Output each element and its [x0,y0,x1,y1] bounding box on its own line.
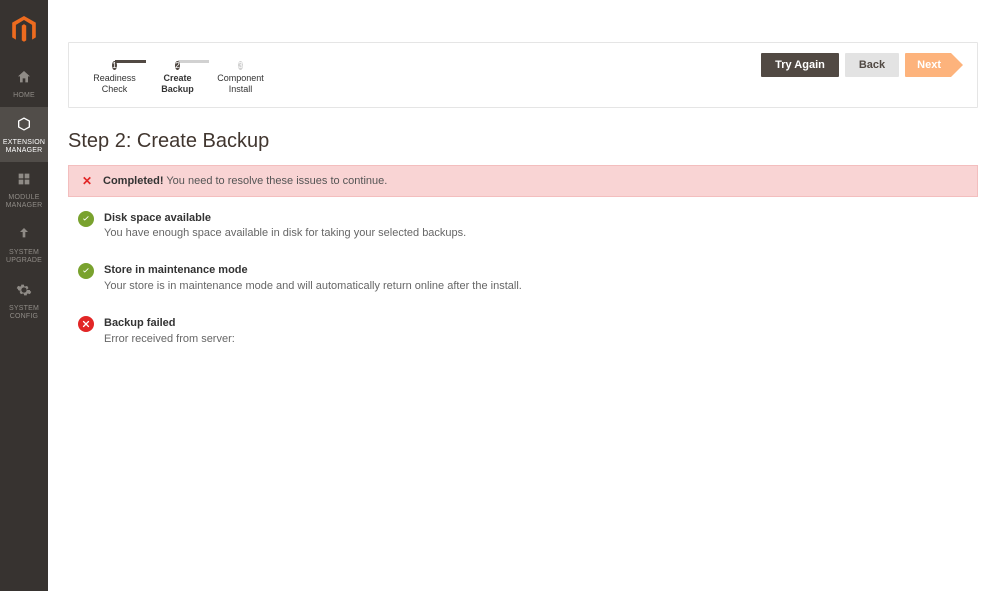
step-label-line: Component [217,73,264,83]
sidebar-item-label: SYSTEM UPGRADE [2,249,46,265]
page-title: Step 2: Create Backup [68,130,978,153]
alert-strong: Completed! [103,175,164,187]
back-button[interactable]: Back [845,53,899,77]
check-title: Store in maintenance mode [104,263,522,278]
step-number: 3 [238,61,242,70]
check-fail-icon [78,316,94,332]
try-again-button[interactable]: Try Again [761,53,839,77]
action-buttons: Try Again Back Next [761,53,963,77]
checks-list: Disk space available You have enough spa… [68,197,978,347]
step-component-install[interactable]: 3 Component Install [209,55,272,95]
check-desc: Your store is in maintenance mode and wi… [104,280,522,292]
check-desc: You have enough space available in disk … [104,227,466,239]
alert-text: You need to resolve these issues to cont… [164,175,388,187]
stepper: 1 Readiness Check 2 Create Backup 3 Comp… [83,53,272,95]
check-backup-failed: Backup failed Error received from server… [78,316,978,347]
step-label-line: Backup [161,84,194,94]
home-icon [2,69,46,88]
check-ok-icon [78,263,94,279]
check-ok-icon [78,211,94,227]
step-label-line: Create [163,73,191,83]
sidebar-item-label: EXTENSION MANAGER [2,139,46,155]
alert-error: ✕ Completed! You need to resolve these i… [68,165,978,197]
gear-icon [2,282,46,301]
check-maintenance-mode: Store in maintenance mode Your store is … [78,263,978,294]
close-icon: ✕ [81,175,93,187]
next-button[interactable]: Next [905,53,951,77]
sidebar-item-system-config[interactable]: SYSTEM CONFIG [0,273,48,328]
sidebar: HOME EXTENSION MANAGER MODULE MANAGER SY… [0,0,48,591]
sidebar-item-label: SYSTEM CONFIG [2,305,46,321]
sidebar-item-label: HOME [2,92,46,100]
step-label-line: Check [102,84,128,94]
magento-logo [8,14,40,46]
sidebar-item-system-upgrade[interactable]: SYSTEM UPGRADE [0,217,48,272]
check-desc: Error received from server: [104,333,235,345]
check-title: Backup failed [104,316,235,331]
check-title: Disk space available [104,211,466,226]
sidebar-item-label: MODULE MANAGER [2,194,46,210]
main-content: 1 Readiness Check 2 Create Backup 3 Comp… [48,0,998,591]
magento-logo-icon [12,16,36,44]
step-number: 2 [175,61,179,70]
check-disk-space: Disk space available You have enough spa… [78,211,978,242]
sidebar-item-extension-manager[interactable]: EXTENSION MANAGER [0,107,48,162]
stepper-card: 1 Readiness Check 2 Create Backup 3 Comp… [68,42,978,108]
package-icon [2,116,46,135]
upgrade-icon [2,226,46,245]
sidebar-item-home[interactable]: HOME [0,60,48,107]
step-label-line: Readiness [93,73,136,83]
module-icon [2,171,46,190]
step-number: 1 [112,61,116,70]
step-label-line: Install [229,84,253,94]
sidebar-item-module-manager[interactable]: MODULE MANAGER [0,162,48,217]
